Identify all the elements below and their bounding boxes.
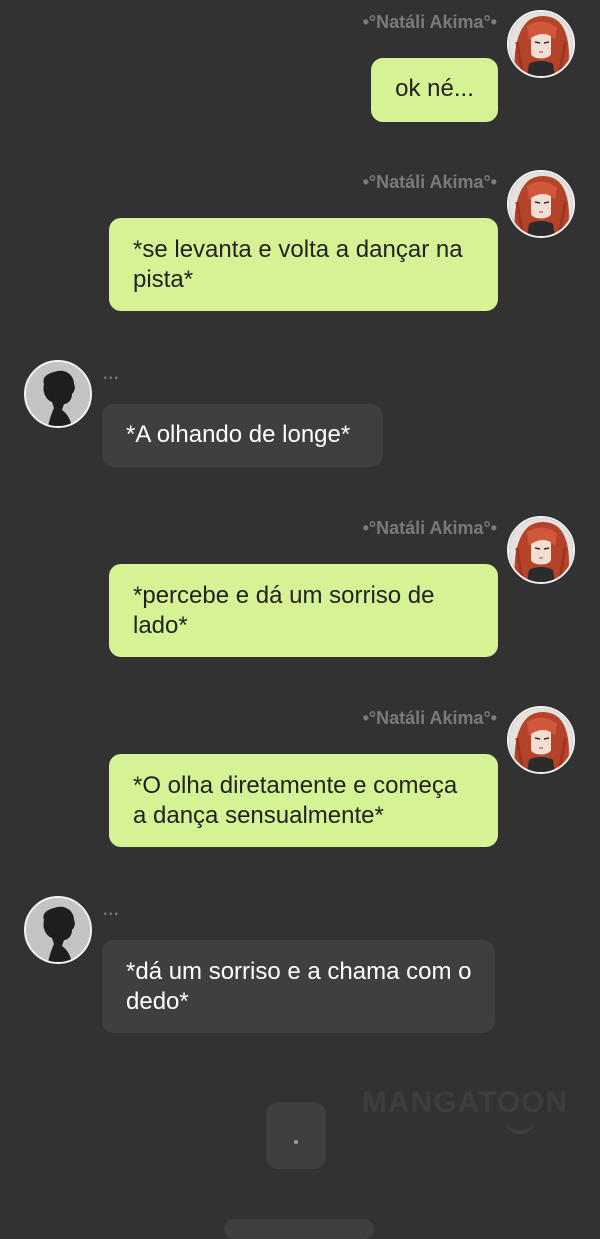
- watermark-smile-icon: [505, 1120, 535, 1134]
- watermark-logo: MANGATOON: [361, 1086, 569, 1119]
- sender-name: •°Natáli Akima°•: [362, 12, 497, 32]
- sender-name: •°Natáli Akima°•: [362, 172, 497, 192]
- red-haired-girl-avatar-icon: [509, 708, 573, 772]
- partial-message-bubble: [224, 1219, 374, 1239]
- message-bubble[interactable]: *dá um sorriso e a chama com o dedo*: [102, 940, 495, 1033]
- red-haired-girl-avatar-icon: [509, 172, 573, 236]
- sender-name: ...: [103, 902, 120, 919]
- user-avatar[interactable]: [24, 360, 92, 428]
- sender-name: •°Natáli Akima°•: [362, 518, 497, 538]
- user-avatar[interactable]: [507, 170, 575, 238]
- user-avatar[interactable]: [507, 516, 575, 584]
- sender-name: •°Natáli Akima°•: [362, 708, 497, 728]
- user-avatar[interactable]: [507, 706, 575, 774]
- user-avatar[interactable]: [507, 10, 575, 78]
- silhouette-avatar-icon: [26, 362, 90, 426]
- sender-name: ...: [103, 366, 120, 383]
- message-bubble[interactable]: ok né...: [371, 58, 498, 122]
- typing-indicator: [266, 1102, 326, 1169]
- user-avatar[interactable]: [24, 896, 92, 964]
- message-bubble[interactable]: *O olha diretamente e começa a dança sen…: [109, 754, 498, 847]
- red-haired-girl-avatar-icon: [509, 12, 573, 76]
- message-bubble[interactable]: *A olhando de longe*: [102, 404, 383, 467]
- typing-dot-icon: [294, 1140, 298, 1144]
- message-bubble[interactable]: *se levanta e volta a dançar na pista*: [109, 218, 498, 311]
- silhouette-avatar-icon: [26, 898, 90, 962]
- message-bubble[interactable]: *percebe e dá um sorriso de lado*: [109, 564, 498, 657]
- red-haired-girl-avatar-icon: [509, 518, 573, 582]
